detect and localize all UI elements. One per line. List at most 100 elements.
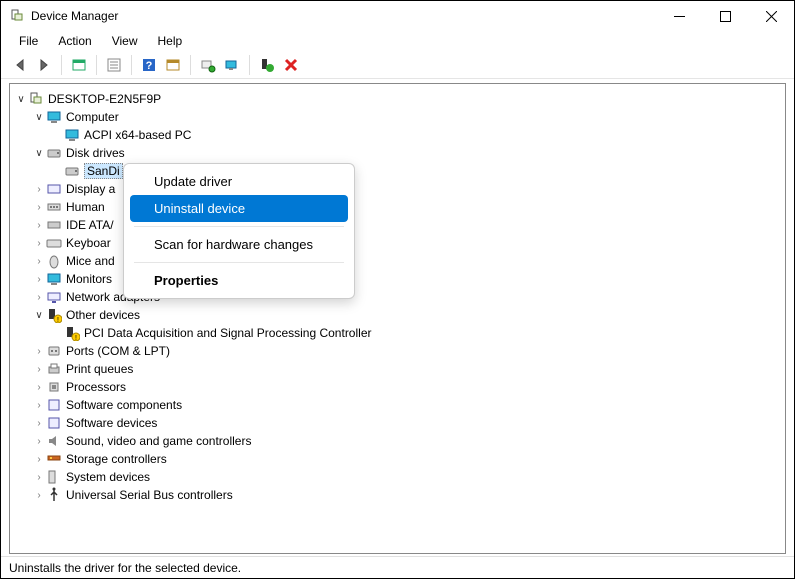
storage-icon bbox=[46, 451, 62, 467]
toolbar-uninstall-button[interactable] bbox=[280, 54, 302, 76]
menu-view[interactable]: View bbox=[104, 32, 146, 50]
monitor-icon bbox=[46, 271, 62, 287]
category-label: Software components bbox=[66, 398, 182, 412]
display-icon bbox=[46, 181, 62, 197]
menu-uninstall-device[interactable]: Uninstall device bbox=[130, 195, 348, 222]
window-title: Device Manager bbox=[31, 9, 118, 23]
forward-button[interactable] bbox=[33, 54, 55, 76]
category-disk-drives[interactable]: ∨ Disk drives bbox=[10, 144, 785, 162]
menu-help[interactable]: Help bbox=[150, 32, 191, 50]
hid-icon bbox=[46, 199, 62, 215]
category-sound[interactable]: › Sound, video and game controllers bbox=[10, 432, 785, 450]
toolbar-scan-button[interactable] bbox=[197, 54, 219, 76]
category-label: Universal Serial Bus controllers bbox=[66, 488, 233, 502]
collapse-icon[interactable]: ∨ bbox=[14, 94, 28, 105]
separator bbox=[249, 55, 250, 75]
expand-icon[interactable]: › bbox=[32, 418, 46, 429]
computer-root-icon bbox=[28, 91, 44, 107]
separator bbox=[134, 226, 344, 227]
separator bbox=[134, 262, 344, 263]
category-system[interactable]: › System devices bbox=[10, 468, 785, 486]
menu-item-label: Properties bbox=[154, 273, 218, 288]
ide-icon bbox=[46, 217, 62, 233]
collapse-icon[interactable]: ∨ bbox=[32, 148, 46, 159]
expand-icon[interactable]: › bbox=[32, 202, 46, 213]
menu-file[interactable]: File bbox=[11, 32, 46, 50]
category-software-devices[interactable]: › Software devices bbox=[10, 414, 785, 432]
expand-icon[interactable]: › bbox=[32, 292, 46, 303]
category-other-devices[interactable]: ∨ ! Other devices bbox=[10, 306, 785, 324]
separator bbox=[190, 55, 191, 75]
expand-icon[interactable]: › bbox=[32, 274, 46, 285]
toolbar-show-hidden-button[interactable] bbox=[68, 54, 90, 76]
toolbar-help-button[interactable]: ? bbox=[138, 54, 160, 76]
expand-icon[interactable]: › bbox=[32, 472, 46, 483]
device-acpi-pc[interactable]: ACPI x64-based PC bbox=[10, 126, 785, 144]
expand-icon[interactable]: › bbox=[32, 400, 46, 411]
expand-icon[interactable]: › bbox=[32, 184, 46, 195]
menu-item-label: Update driver bbox=[154, 174, 232, 189]
system-icon bbox=[46, 469, 62, 485]
toolbar-properties-button[interactable] bbox=[103, 54, 125, 76]
window-controls bbox=[656, 1, 794, 31]
category-print-queues[interactable]: › Print queues bbox=[10, 360, 785, 378]
component-icon bbox=[46, 415, 62, 431]
warning-icon: ! bbox=[46, 307, 62, 323]
category-usb[interactable]: › Universal Serial Bus controllers bbox=[10, 486, 785, 504]
expand-icon[interactable]: › bbox=[32, 238, 46, 249]
category-label: Software devices bbox=[66, 416, 157, 430]
back-button[interactable] bbox=[9, 54, 31, 76]
expand-icon[interactable]: › bbox=[32, 436, 46, 447]
category-label: Other devices bbox=[66, 308, 140, 322]
toolbar-update-button[interactable] bbox=[221, 54, 243, 76]
status-bar: Uninstalls the driver for the selected d… bbox=[1, 556, 794, 578]
titlebar: Device Manager bbox=[1, 1, 794, 31]
device-tree[interactable]: ∨ DESKTOP-E2N5F9P ∨ Computer ACPI x64-ba… bbox=[9, 83, 786, 554]
menubar: File Action View Help bbox=[1, 31, 794, 51]
monitor-icon bbox=[46, 109, 62, 125]
collapse-icon[interactable]: ∨ bbox=[32, 112, 46, 123]
maximize-button[interactable] bbox=[702, 1, 748, 31]
device-label: PCI Data Acquisition and Signal Processi… bbox=[84, 326, 371, 340]
toolbar-enable-button[interactable] bbox=[256, 54, 278, 76]
speaker-icon bbox=[46, 433, 62, 449]
close-button[interactable] bbox=[748, 1, 794, 31]
computer-name-label: DESKTOP-E2N5F9P bbox=[48, 92, 161, 106]
expand-icon[interactable]: › bbox=[32, 490, 46, 501]
app-icon bbox=[9, 8, 25, 24]
category-ports[interactable]: › Ports (COM & LPT) bbox=[10, 342, 785, 360]
tree-root[interactable]: ∨ DESKTOP-E2N5F9P bbox=[10, 90, 785, 108]
svg-text:?: ? bbox=[146, 60, 153, 72]
minimize-button[interactable] bbox=[656, 1, 702, 31]
category-storage[interactable]: › Storage controllers bbox=[10, 450, 785, 468]
category-computer[interactable]: ∨ Computer bbox=[10, 108, 785, 126]
device-label: ACPI x64-based PC bbox=[84, 128, 191, 142]
expand-icon[interactable]: › bbox=[32, 454, 46, 465]
category-label: System devices bbox=[66, 470, 150, 484]
menu-action[interactable]: Action bbox=[50, 32, 99, 50]
usb-icon bbox=[46, 487, 62, 503]
category-software-components[interactable]: › Software components bbox=[10, 396, 785, 414]
keyboard-icon bbox=[46, 235, 62, 251]
menu-item-label: Uninstall device bbox=[154, 201, 245, 216]
expand-icon[interactable]: › bbox=[32, 346, 46, 357]
category-label: Human bbox=[66, 200, 105, 214]
expand-icon[interactable]: › bbox=[32, 256, 46, 267]
device-pci-controller[interactable]: ! PCI Data Acquisition and Signal Proces… bbox=[10, 324, 785, 342]
monitor-icon bbox=[64, 127, 80, 143]
category-processors[interactable]: › Processors bbox=[10, 378, 785, 396]
menu-update-driver[interactable]: Update driver bbox=[130, 168, 348, 195]
expand-icon[interactable]: › bbox=[32, 364, 46, 375]
expand-icon[interactable]: › bbox=[32, 382, 46, 393]
category-label: Mice and bbox=[66, 254, 115, 268]
toolbar-action-button[interactable] bbox=[162, 54, 184, 76]
port-icon bbox=[46, 343, 62, 359]
menu-scan-hardware[interactable]: Scan for hardware changes bbox=[130, 231, 348, 258]
collapse-icon[interactable]: ∨ bbox=[32, 310, 46, 321]
category-label: Sound, video and game controllers bbox=[66, 434, 251, 448]
svg-text:!: ! bbox=[57, 317, 59, 323]
context-menu: Update driver Uninstall device Scan for … bbox=[123, 163, 355, 299]
category-label: Monitors bbox=[66, 272, 112, 286]
menu-properties[interactable]: Properties bbox=[130, 267, 348, 294]
expand-icon[interactable]: › bbox=[32, 220, 46, 231]
